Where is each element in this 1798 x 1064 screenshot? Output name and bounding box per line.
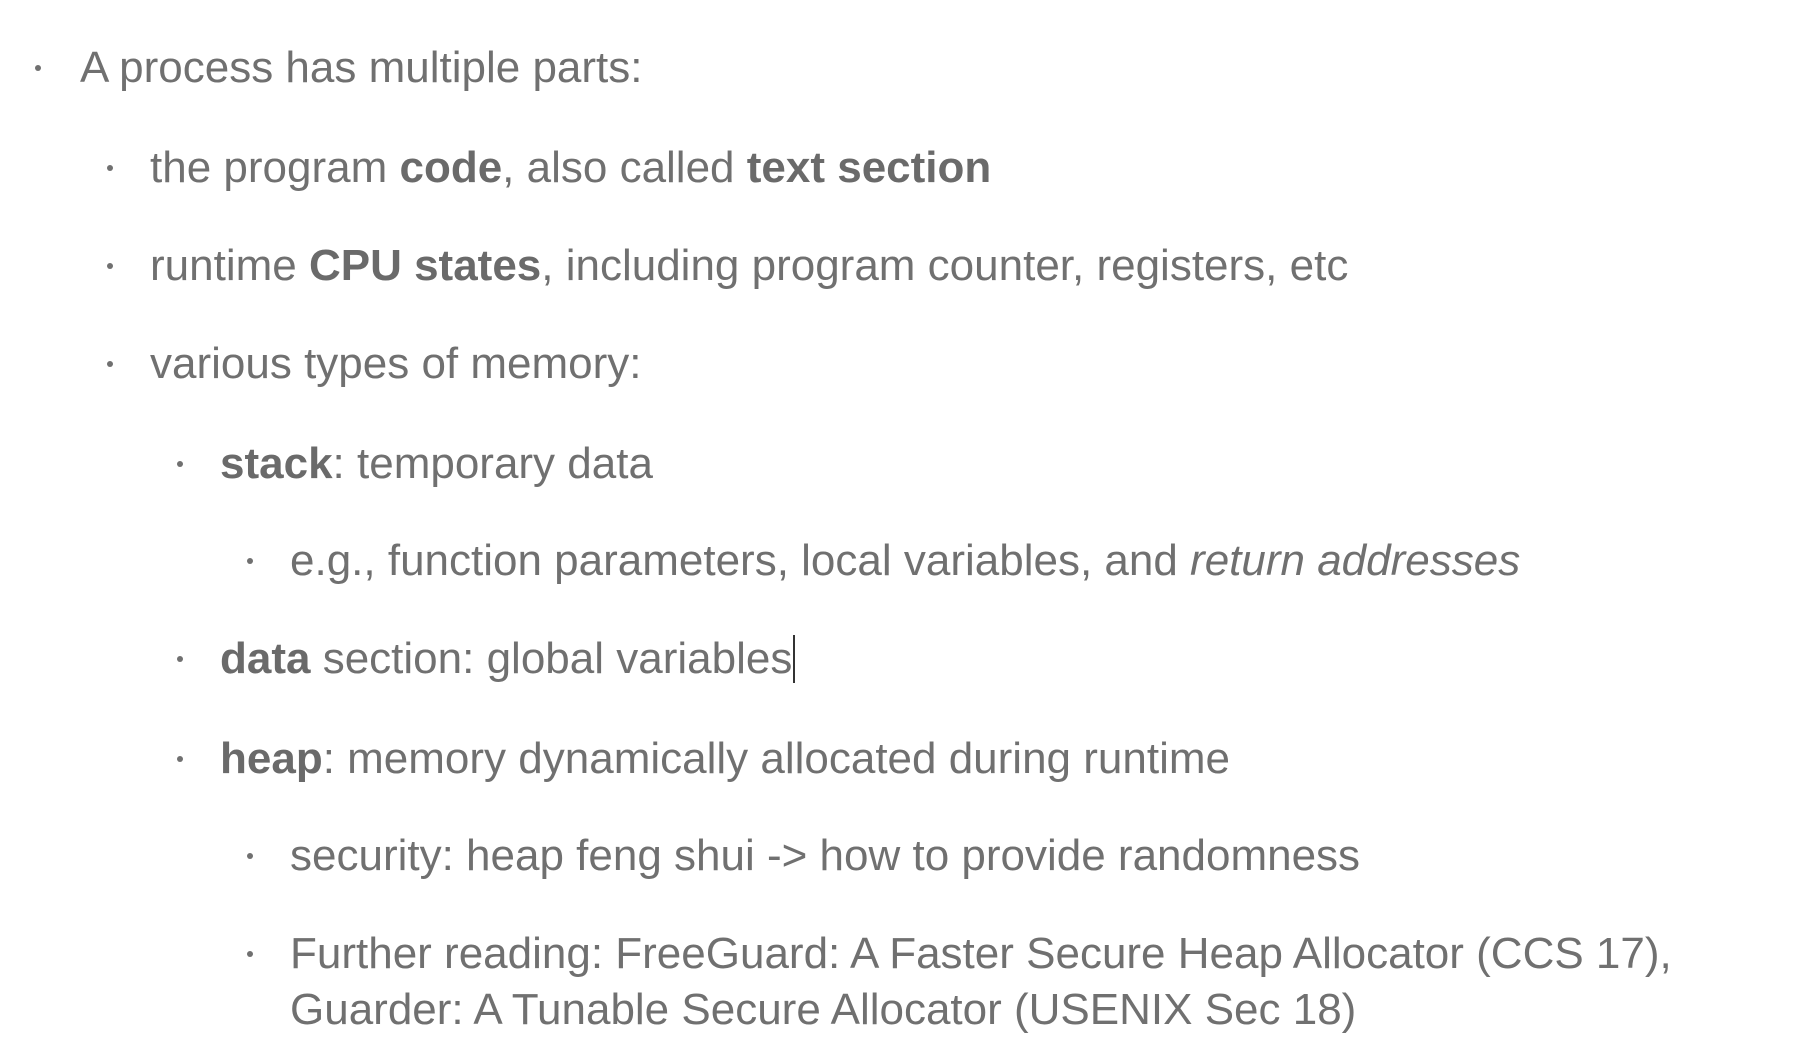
- term-text-section: text section: [746, 143, 992, 192]
- bullet-text[interactable]: data section: global variables: [220, 631, 796, 687]
- bullet-text: heap: memory dynamically allocated durin…: [220, 731, 1230, 787]
- text-segment: , also called: [502, 143, 747, 192]
- term-cpu-states: CPU states: [308, 241, 542, 290]
- bullet-text: stack: temporary data: [220, 436, 653, 492]
- bullet-dot: [107, 263, 113, 269]
- bullet-text: runtime CPU states, including program co…: [150, 238, 1348, 294]
- term-data: data: [220, 634, 311, 683]
- bullet-text: e.g., function parameters, local variabl…: [290, 533, 1520, 589]
- bullet-dot: [177, 756, 183, 762]
- bullet-text: Guarder: A Tunable Secure Allocator (USE…: [290, 985, 1357, 1034]
- bullet-dot: [35, 65, 41, 71]
- bullet-text: the program code, also called text secti…: [150, 140, 991, 196]
- bullet-text: various types of memory:: [150, 339, 642, 388]
- bullet-text: security: heap feng shui -> how to provi…: [290, 831, 1361, 880]
- term-return-addresses: return addresses: [1190, 536, 1521, 585]
- bullet-dot: [247, 951, 253, 957]
- bullet-dot: [107, 165, 113, 171]
- text-segment: section: global variables: [310, 634, 793, 683]
- text-segment: e.g., function parameters, local variabl…: [290, 536, 1191, 585]
- bullet-dot: [247, 558, 253, 564]
- text-segment: : temporary data: [332, 439, 653, 488]
- bullet-dot: [177, 656, 183, 662]
- bullet-dot: [107, 361, 113, 367]
- text-cursor: [793, 635, 796, 683]
- text-segment: the program: [150, 143, 400, 192]
- slide: A process has multiple parts: the progra…: [0, 0, 1798, 1064]
- bullet-dot: [247, 853, 253, 859]
- term-code: code: [399, 143, 503, 192]
- term-stack: stack: [220, 439, 333, 488]
- bullet-text: Further reading: FreeGuard: A Faster Sec…: [290, 929, 1672, 978]
- bullet-dot: [177, 461, 183, 467]
- text-segment: : memory dynamically allocated during ru…: [322, 734, 1230, 783]
- term-heap: heap: [220, 734, 323, 783]
- bullet-text: A process has multiple parts:: [80, 43, 643, 92]
- text-segment: , including program counter, registers, …: [541, 241, 1349, 290]
- text-segment: runtime: [150, 241, 309, 290]
